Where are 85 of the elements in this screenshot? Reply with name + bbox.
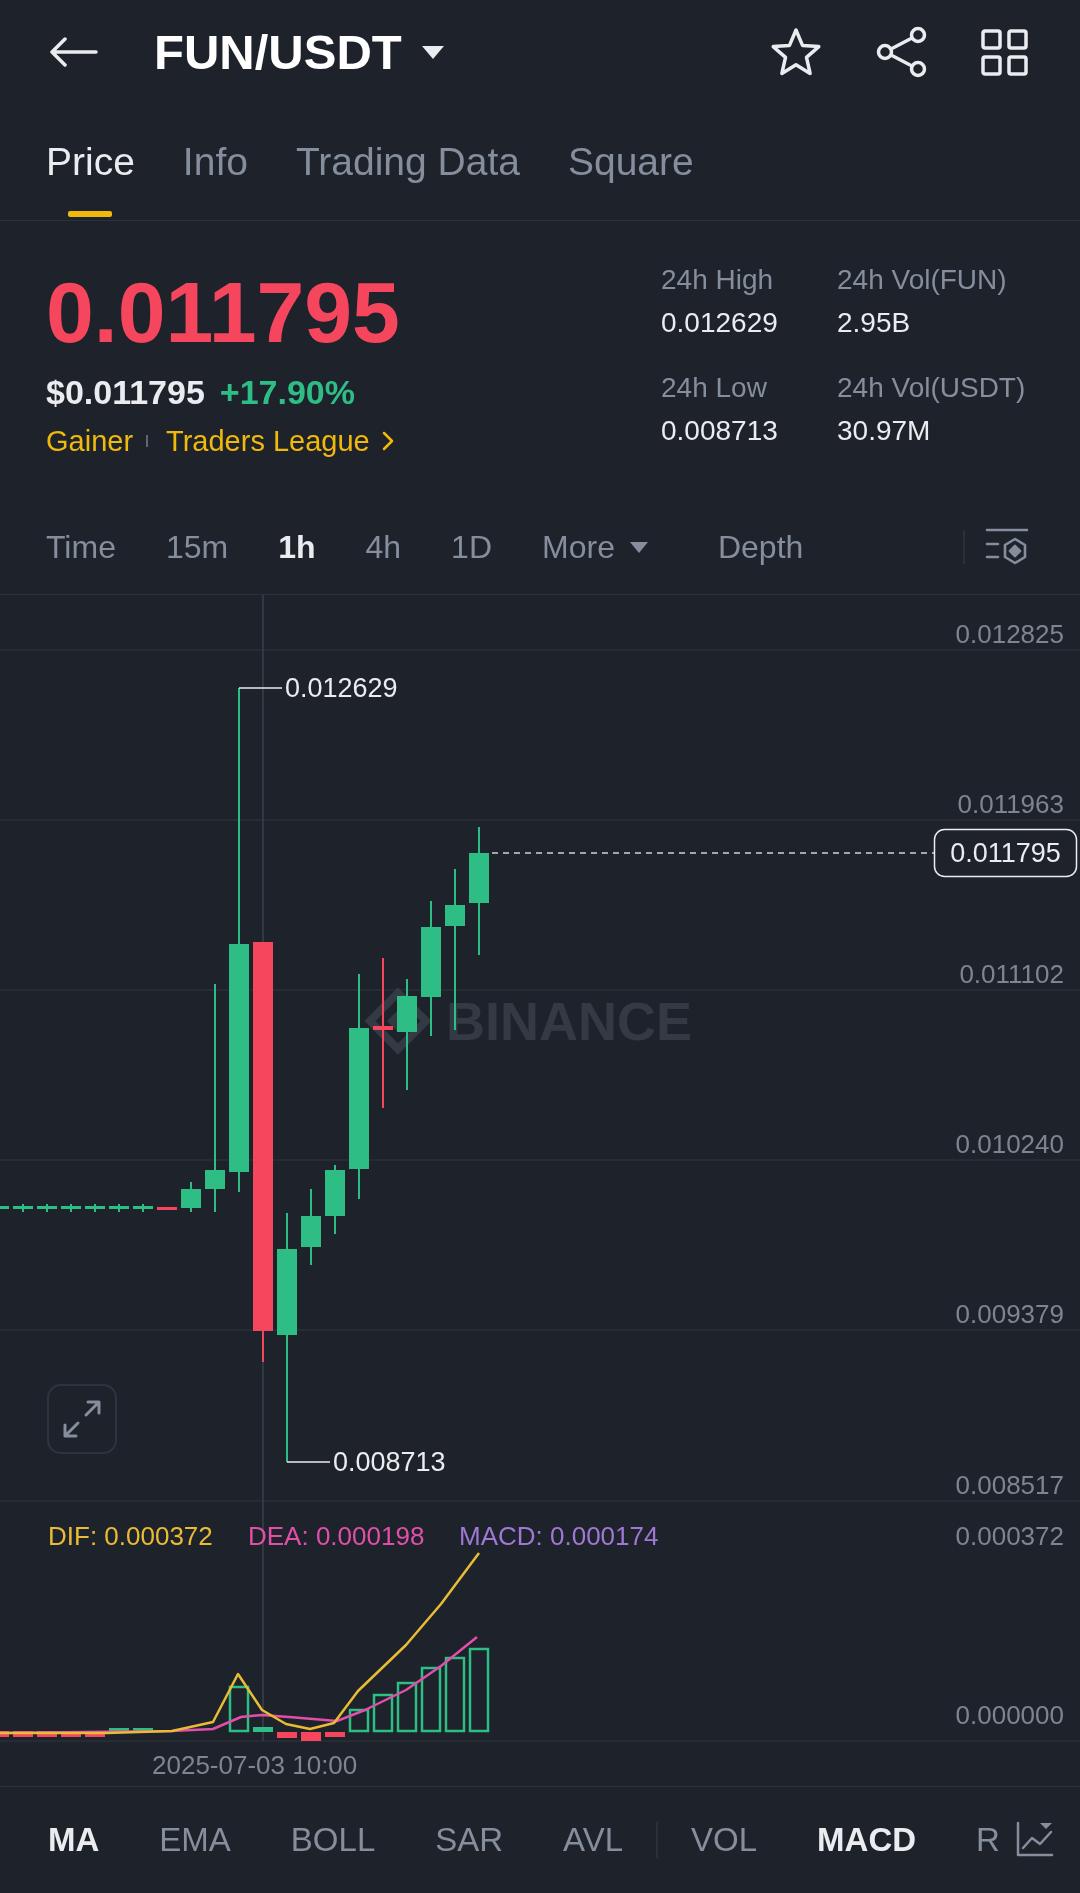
candlestick xyxy=(0,1206,9,1209)
indicator-tab[interactable]: EMA xyxy=(159,1818,231,1862)
macd-legend-label: DIF: 0.000372 xyxy=(48,1521,213,1551)
more-dropdown[interactable]: More xyxy=(542,527,648,567)
tab[interactable]: Price xyxy=(46,104,135,220)
macd-bar xyxy=(420,1666,442,1733)
fiat-price: $0.011795 xyxy=(46,372,205,412)
macd-bar xyxy=(348,1708,370,1733)
grid-icon[interactable] xyxy=(981,28,1028,76)
candlestick xyxy=(133,1203,153,1213)
high-price-label: 0.012629 xyxy=(285,673,398,703)
macd-axis-label: 0.000000 xyxy=(955,1700,1064,1730)
last-price: 0.011795 xyxy=(46,264,400,360)
indicator-tab[interactable]: SAR xyxy=(435,1818,504,1862)
chevron-icon xyxy=(381,431,394,451)
price-axis-label: 0.008517 xyxy=(955,1470,1064,1500)
macd-legend-label: MACD: 0.000174 xyxy=(459,1521,659,1551)
indicator-tab[interactable]: MA xyxy=(48,1818,100,1862)
stat-label: 24h Low xyxy=(661,371,768,405)
stat-value: 30.97M xyxy=(837,414,932,448)
interval-tab[interactable]: Time xyxy=(46,527,116,567)
candlestick xyxy=(85,1203,105,1213)
chart-icon[interactable] xyxy=(1016,1821,1054,1857)
caret-icon xyxy=(421,45,444,59)
stat-label: 24h High xyxy=(661,263,775,297)
macd-bar xyxy=(228,1685,250,1733)
candlestick xyxy=(157,1206,177,1211)
macd-bar xyxy=(133,1728,153,1732)
stat-value: 2.95B xyxy=(837,306,912,340)
interval-tab[interactable]: 15m xyxy=(165,527,229,567)
stat-label: 24h Vol(FUN) xyxy=(837,263,1008,297)
leader-line xyxy=(238,687,283,689)
macd-bar xyxy=(0,1731,9,1737)
back-icon[interactable] xyxy=(50,37,98,67)
time-axis-label: 2025-07-03 10:00 xyxy=(152,1750,358,1780)
candlestick xyxy=(109,1203,129,1213)
macd-bar xyxy=(109,1728,129,1732)
expand-icon xyxy=(62,1399,102,1439)
candlestick xyxy=(37,1203,57,1213)
price-axis-label: 0.011102 xyxy=(959,959,1064,989)
interval-tab[interactable]: 4h xyxy=(365,527,402,567)
price-axis-label: 0.009379 xyxy=(955,1299,1064,1329)
settings-icon[interactable] xyxy=(985,527,1029,567)
tab[interactable]: Square xyxy=(567,104,694,220)
tab[interactable]: Info xyxy=(182,104,248,220)
interval-tab[interactable]: 1D xyxy=(451,527,492,567)
expand-button[interactable] xyxy=(47,1384,117,1454)
candlestick xyxy=(13,1203,33,1213)
tab[interactable]: Trading Data xyxy=(295,104,520,220)
indicator-tab[interactable]: R xyxy=(976,1818,1000,1862)
pair-selector[interactable]: FUN/USDT xyxy=(154,22,444,82)
last-price-tag: 0.011795 xyxy=(933,828,1078,878)
interval-tab[interactable]: 1h xyxy=(278,527,316,567)
depth-tab[interactable]: Depth xyxy=(717,527,804,567)
price-change: +17.90% xyxy=(219,372,355,412)
indicator-tab[interactable]: BOLL xyxy=(290,1818,376,1862)
macd-bar xyxy=(396,1681,418,1733)
macd-bar xyxy=(277,1732,297,1738)
star-icon[interactable] xyxy=(770,27,822,77)
low-price-label: 0.008713 xyxy=(333,1447,446,1477)
indicator-tab[interactable]: MACD xyxy=(817,1818,917,1862)
indicator-tab[interactable]: AVL xyxy=(563,1818,624,1862)
league-link[interactable]: Traders League xyxy=(166,423,394,459)
indicator-tab[interactable]: VOL xyxy=(691,1818,758,1862)
macd-bar xyxy=(37,1731,57,1737)
price-axis-label: 0.012825 xyxy=(955,619,1064,649)
stat-value: 0.008713 xyxy=(661,414,779,448)
price-axis-label: 0.010240 xyxy=(955,1129,1064,1159)
candlestick xyxy=(181,1181,201,1213)
macd-bar xyxy=(253,1727,273,1732)
caret-icon xyxy=(629,541,648,553)
stat-label: 24h Vol(USDT) xyxy=(837,371,1027,405)
macd-legend-label: DEA: 0.000198 xyxy=(248,1521,425,1551)
macd-bar xyxy=(301,1732,321,1741)
stat-value: 0.012629 xyxy=(661,306,779,340)
macd-bar xyxy=(325,1732,345,1737)
candlestick xyxy=(61,1203,81,1213)
tag-label: Gainer xyxy=(46,424,134,459)
share-icon[interactable] xyxy=(875,26,928,78)
candlestick xyxy=(325,1164,345,1235)
price-axis-label: 0.011963 xyxy=(957,789,1064,819)
macd-axis-label: 0.000372 xyxy=(955,1521,1064,1551)
macd-bar xyxy=(13,1731,33,1737)
leader-line xyxy=(286,1461,331,1463)
macd-bar xyxy=(372,1693,394,1733)
